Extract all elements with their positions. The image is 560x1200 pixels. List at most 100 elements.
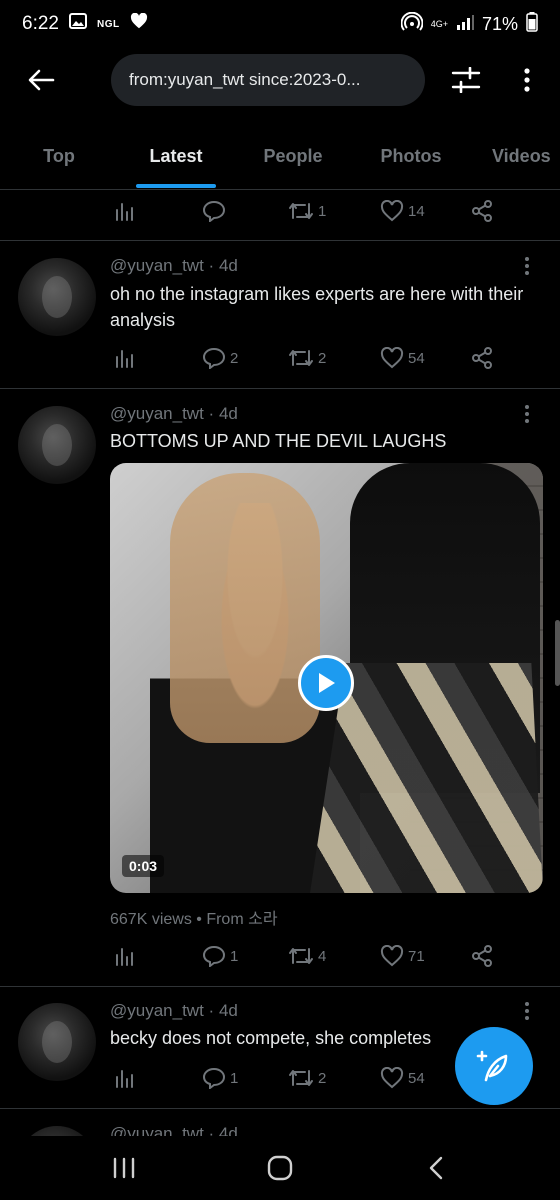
retweet-button[interactable]: 4 — [288, 940, 326, 972]
back-button[interactable] — [22, 64, 60, 96]
like-count: 14 — [408, 202, 425, 220]
tweet-actions: 1 4 71 — [110, 940, 500, 972]
video-duration: 0:03 — [122, 855, 165, 877]
play-button[interactable] — [298, 655, 354, 711]
reply-button[interactable]: 1 — [202, 1062, 238, 1094]
share-button[interactable] — [470, 195, 494, 227]
more-vertical-icon — [525, 257, 529, 275]
like-count: 54 — [408, 1069, 425, 1087]
filter-button[interactable] — [448, 62, 484, 98]
tweet-more-button[interactable] — [524, 1001, 540, 1023]
like-button[interactable]: 14 — [380, 195, 425, 227]
ngl-label: NGL — [96, 18, 120, 30]
tab-latest[interactable]: Latest — [136, 128, 216, 184]
divider — [0, 986, 560, 987]
retweet-count: 1 — [318, 202, 327, 220]
chevron-left-icon — [429, 1156, 443, 1180]
scrollbar-handle[interactable] — [555, 620, 560, 686]
tab-top[interactable]: Top — [22, 128, 96, 184]
compose-tweet-button[interactable] — [455, 1027, 533, 1105]
search-input[interactable]: from:yuyan_twt since:2023-0... — [111, 54, 425, 106]
retweet-button[interactable]: 2 — [288, 1062, 326, 1094]
retweet-button[interactable]: 2 — [288, 342, 326, 374]
share-button[interactable] — [470, 940, 494, 972]
analytics-icon — [116, 1070, 133, 1088]
tweet-more-button[interactable] — [524, 404, 540, 426]
like-count: 54 — [408, 349, 425, 367]
reply-button[interactable]: 1 — [202, 940, 238, 972]
reply-count: 1 — [230, 947, 239, 965]
tweet-handle[interactable]: @yuyan_twt — [110, 256, 204, 275]
avatar[interactable] — [18, 1126, 96, 1136]
retweet-button[interactable]: 1 — [288, 195, 326, 227]
compose-feather-icon — [476, 1050, 508, 1082]
avatar[interactable] — [18, 258, 96, 336]
partial-tweet[interactable]: @yuyan_twt · 4d — [0, 1110, 560, 1136]
divider — [0, 240, 560, 241]
system-back-button[interactable] — [416, 1152, 456, 1184]
active-tab-indicator — [136, 184, 216, 188]
tweet-text: oh no the instagram likes experts are he… — [110, 284, 524, 330]
search-query: from:yuyan_twt since:2023-0... — [129, 70, 361, 89]
tweet-meta: @yuyan_twt · 4d — [110, 1001, 238, 1020]
divider — [0, 388, 560, 389]
search-tabs: Top Latest People Photos Videos — [0, 128, 560, 190]
tweet-more-button[interactable] — [524, 256, 540, 278]
tweet-meta: @yuyan_twt · 4d — [110, 1124, 238, 1136]
home-button[interactable] — [260, 1152, 300, 1184]
reply-count: 2 — [230, 349, 239, 367]
share-icon — [472, 347, 492, 369]
tab-people[interactable]: People — [254, 128, 332, 184]
views-button[interactable] — [114, 940, 136, 972]
reply-button[interactable] — [202, 195, 230, 227]
system-nav-bar — [0, 1136, 560, 1200]
reply-button[interactable]: 2 — [202, 342, 238, 374]
like-button[interactable]: 54 — [380, 1062, 425, 1094]
tweet-handle[interactable]: @yuyan_twt — [110, 1001, 204, 1020]
tweet-actions: 1 14 — [110, 195, 500, 227]
views-button[interactable] — [114, 342, 136, 374]
video-player[interactable]: 0:03 — [110, 463, 543, 893]
views-button[interactable] — [114, 195, 136, 227]
reply-icon — [202, 200, 226, 222]
back-arrow-icon — [28, 69, 55, 91]
analytics-icon — [116, 350, 133, 368]
overflow-menu-button[interactable] — [512, 62, 542, 98]
retweet-icon — [289, 203, 313, 219]
retweet-count: 2 — [318, 1069, 327, 1087]
heart-status-icon — [130, 12, 148, 35]
tweet-time: 4d — [218, 1001, 238, 1020]
video-source[interactable]: From 소라 — [206, 911, 277, 928]
tweet-meta: @yuyan_twt · 4d — [110, 256, 238, 275]
reply-icon — [202, 1067, 226, 1089]
network-type: 4G+ — [430, 18, 448, 29]
like-button[interactable]: 71 — [380, 940, 425, 972]
gallery-icon — [68, 13, 87, 35]
retweet-icon — [289, 948, 313, 964]
like-button[interactable]: 54 — [380, 342, 425, 374]
heart-icon — [380, 200, 404, 222]
play-icon — [319, 673, 335, 693]
tweet-text: BOTTOMS UP AND THE DEVIL LAUGHS — [110, 431, 447, 451]
tweet-actions: 1 2 54 — [110, 1062, 500, 1094]
status-time: 6:22 — [22, 13, 59, 34]
tweet-time: 4d — [218, 256, 238, 275]
heart-icon — [380, 1067, 404, 1089]
analytics-icon — [116, 203, 133, 221]
recent-apps-button[interactable] — [104, 1152, 144, 1184]
share-icon — [472, 200, 492, 222]
tab-videos[interactable]: Videos — [492, 128, 560, 184]
home-icon — [267, 1155, 293, 1181]
views-button[interactable] — [114, 1062, 136, 1094]
avatar[interactable] — [18, 406, 96, 484]
share-button[interactable] — [470, 342, 494, 374]
signal-icon — [456, 14, 474, 35]
view-count: 667K views — [110, 911, 192, 928]
tweet-handle[interactable]: @yuyan_twt — [110, 404, 204, 423]
video-figure-hair — [170, 473, 320, 743]
heart-icon — [380, 945, 404, 967]
more-vertical-icon — [524, 68, 530, 92]
tab-photos[interactable]: Photos — [370, 128, 452, 184]
share-icon — [472, 945, 492, 967]
avatar[interactable] — [18, 1003, 96, 1081]
